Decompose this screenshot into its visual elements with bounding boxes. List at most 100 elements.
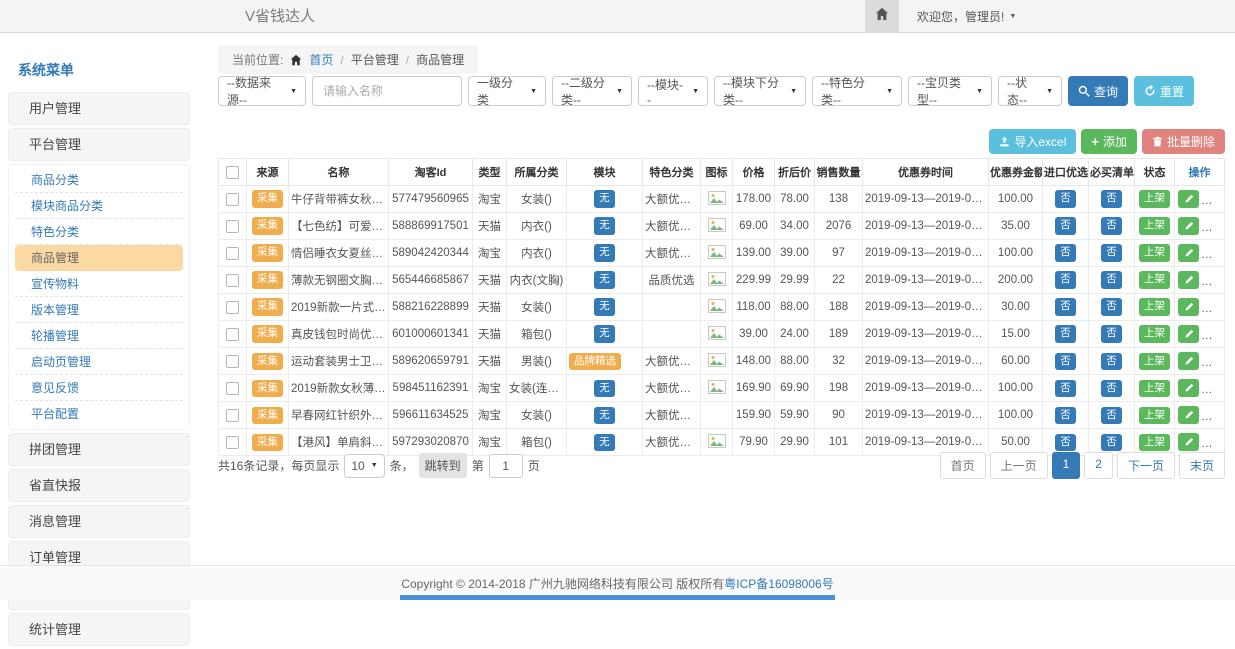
- sidebar-item[interactable]: 商品分类: [15, 167, 183, 193]
- row-checkbox[interactable]: [226, 301, 239, 314]
- cell-must-buy: 否: [1089, 213, 1135, 240]
- select-all-checkbox[interactable]: [226, 166, 239, 179]
- filter-module-sub-category[interactable]: --模块下分类--▼: [714, 76, 806, 106]
- filter-data-source[interactable]: --数据来源--▼: [218, 76, 306, 106]
- cell-icon: [701, 186, 733, 213]
- cell-icon: [701, 402, 733, 429]
- cell-feature: 品质优选: [643, 267, 701, 294]
- row-checkbox[interactable]: [226, 355, 239, 368]
- filter-feature-category[interactable]: --特色分类--▼: [812, 76, 902, 106]
- cell-coupon-time: 2019-09-13—2019-09-15: [863, 348, 989, 375]
- filter-level1-category[interactable]: 一级分类▼: [468, 76, 546, 106]
- module-badge: 无: [594, 434, 615, 451]
- caret-down-icon: ▼: [371, 462, 378, 469]
- edit-button[interactable]: [1178, 433, 1199, 451]
- sidebar-item[interactable]: 特色分类: [15, 219, 183, 245]
- sidebar-item[interactable]: 消息管理: [8, 505, 190, 538]
- select-value: --模块下分类--: [723, 74, 784, 108]
- table-row: 采集早春网红针织外套女春...596611634525淘宝女装()无大额优惠券1…: [219, 402, 1225, 429]
- cell-actions: [1175, 267, 1225, 294]
- sidebar-item[interactable]: 统计管理: [8, 613, 190, 646]
- add-button[interactable]: + 添加: [1081, 129, 1137, 154]
- cell-imported: 否: [1043, 267, 1089, 294]
- cell-coupon-time: 2019-09-13—2019-09-20: [863, 240, 989, 267]
- sidebar-item[interactable]: 版本管理: [15, 297, 183, 323]
- jump-button[interactable]: 跳转到: [419, 453, 467, 478]
- row-checkbox[interactable]: [226, 328, 239, 341]
- sidebar-item[interactable]: 商品管理: [15, 245, 183, 271]
- batch-delete-button[interactable]: 批量删除: [1142, 129, 1225, 154]
- pager-item[interactable]: 上一页: [990, 452, 1048, 479]
- sidebar-item[interactable]: 平台配置: [15, 401, 183, 427]
- sidebar-item[interactable]: 意见反馈: [15, 375, 183, 401]
- filter-level2-category[interactable]: --二级分类--▼: [552, 76, 632, 106]
- jump-page-input[interactable]: [489, 454, 523, 478]
- pager-item[interactable]: 末页: [1179, 452, 1225, 479]
- edit-button[interactable]: [1178, 217, 1199, 235]
- sidebar-item[interactable]: 模块商品分类: [15, 193, 183, 219]
- sidebar-item[interactable]: 轮播管理: [15, 323, 183, 349]
- filter-module[interactable]: --模块--▼: [638, 76, 708, 106]
- module-badge: 无: [594, 271, 615, 288]
- pager-item[interactable]: 2: [1084, 452, 1113, 479]
- sidebar-item[interactable]: 宣传物料: [15, 271, 183, 297]
- row-checkbox[interactable]: [226, 274, 239, 287]
- cell-icon: [701, 348, 733, 375]
- filter-item-type[interactable]: --宝贝类型--▼: [908, 76, 992, 106]
- sidebar-item[interactable]: 用户管理: [8, 92, 190, 125]
- cell-name: 薄款无钢圈文胸聚拢性...: [289, 267, 389, 294]
- status-badge: 上架: [1139, 380, 1170, 397]
- edit-button[interactable]: [1178, 325, 1199, 343]
- footer-icp-link[interactable]: 粤ICP备16098006号: [724, 575, 833, 592]
- edit-button[interactable]: [1178, 298, 1199, 316]
- cell-feature: 大额优惠券: [643, 240, 701, 267]
- row-checkbox[interactable]: [226, 220, 239, 233]
- footer-copyright: Copyright © 2014-2018 广州九驰网络科技有限公司 版权所有: [401, 575, 724, 592]
- cell-actions: [1175, 321, 1225, 348]
- cell-status: 上架: [1135, 186, 1175, 213]
- import-excel-button[interactable]: 导入excel: [989, 129, 1076, 154]
- edit-button[interactable]: [1178, 271, 1199, 289]
- home-button[interactable]: [865, 0, 899, 33]
- row-checkbox[interactable]: [226, 436, 239, 449]
- edit-button[interactable]: [1178, 352, 1199, 370]
- row-checkbox[interactable]: [226, 382, 239, 395]
- filter-name[interactable]: [312, 76, 462, 106]
- pager-item[interactable]: 首页: [940, 452, 986, 479]
- cell-feature: 大额优惠券: [643, 402, 701, 429]
- reset-button[interactable]: 重置: [1134, 76, 1194, 106]
- sidebar-item[interactable]: 平台管理: [8, 128, 190, 161]
- page-size-select[interactable]: 10 ▼: [344, 454, 384, 478]
- edit-button[interactable]: [1178, 379, 1199, 397]
- row-checkbox[interactable]: [226, 247, 239, 260]
- pager-item[interactable]: 下一页: [1117, 452, 1175, 479]
- cell-price: 118.00: [733, 294, 775, 321]
- filter-status[interactable]: --状态--▼: [998, 76, 1062, 106]
- must-buy-badge: 否: [1101, 353, 1122, 370]
- pager-item[interactable]: 1: [1052, 452, 1081, 479]
- edit-button[interactable]: [1178, 244, 1199, 262]
- column-header: 状态: [1135, 159, 1175, 186]
- row-checkbox[interactable]: [226, 409, 239, 422]
- cell-taoke-id: 565446685867: [389, 267, 473, 294]
- sidebar-item[interactable]: 拼团管理: [8, 433, 190, 466]
- table-row: 采集【七色纺】可爱纯棉家...588869917501天猫内衣()无大额优惠券6…: [219, 213, 1225, 240]
- breadcrumb-home-link[interactable]: 首页: [309, 51, 333, 68]
- sidebar-item[interactable]: 启动页管理: [15, 349, 183, 375]
- edit-button[interactable]: [1178, 406, 1199, 424]
- cell-category: 女装(): [507, 186, 567, 213]
- column-header: 必买清单: [1089, 159, 1135, 186]
- row-checkbox[interactable]: [226, 193, 239, 206]
- cell-source: 采集: [247, 375, 289, 402]
- edit-button[interactable]: [1178, 190, 1199, 208]
- column-header: 折后价: [775, 159, 815, 186]
- module-badge: 无: [594, 298, 615, 315]
- cell-sales: 189: [815, 321, 863, 348]
- welcome-dropdown[interactable]: 欢迎您，管理员! ▼: [917, 8, 1016, 25]
- cell-feature: [643, 321, 701, 348]
- sidebar-item[interactable]: 省直快报: [8, 469, 190, 502]
- cell-price: 159.90: [733, 402, 775, 429]
- query-button[interactable]: 查询: [1068, 76, 1128, 106]
- caret-down-icon: ▼: [976, 88, 983, 95]
- cell-name: 情侣睡衣女夏丝绸男士...: [289, 240, 389, 267]
